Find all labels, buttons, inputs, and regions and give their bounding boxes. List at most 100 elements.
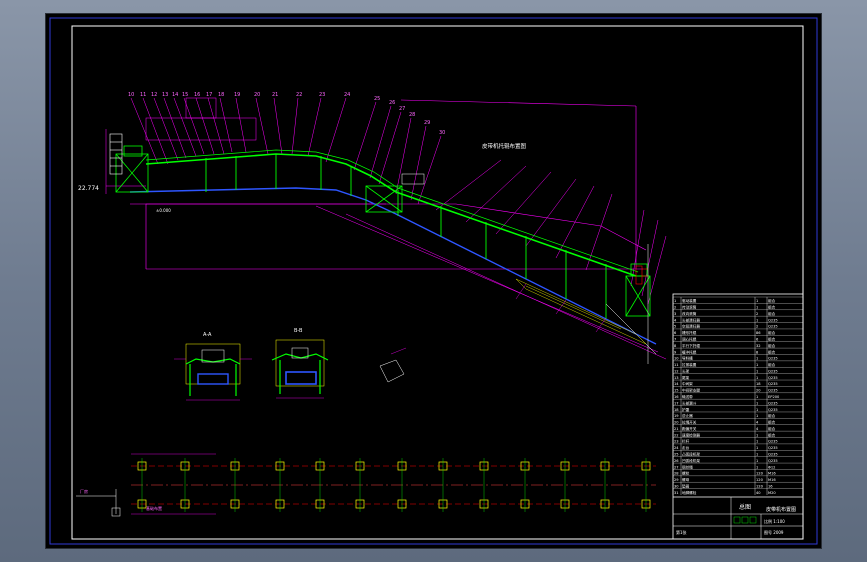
table-cell: Q235 <box>768 382 778 386</box>
table-cell: 12 <box>674 369 679 373</box>
table-cell: 18 <box>674 408 679 412</box>
table-cell: 头部清扫器 <box>682 317 700 322</box>
table-cell: 拉绳开关 <box>682 420 697 425</box>
table-cell: Q235 <box>768 452 778 456</box>
table-cell: 传动滚筒 <box>682 305 697 310</box>
table-cell: Q235 <box>768 389 778 393</box>
table-cell: 凸弧段机架 <box>682 451 700 456</box>
table-cell: 空段清扫器 <box>682 324 700 329</box>
table-cell: 槽形托辊 <box>682 330 697 335</box>
svg-text:15: 15 <box>182 92 188 98</box>
table-cell: 20 <box>674 421 679 425</box>
table-cell: 1 <box>756 318 758 322</box>
section-a-title: A-A <box>203 332 212 338</box>
table-cell: 1 <box>756 401 758 405</box>
svg-text:10: 10 <box>128 92 134 98</box>
table-cell: 19 <box>674 414 679 418</box>
table-cell: Q235 <box>768 376 778 380</box>
table-cell: 6 <box>756 338 759 342</box>
table-cell: 头部漏斗 <box>682 400 697 405</box>
table-cell: M20 <box>768 491 776 495</box>
table-cell: 10 <box>674 357 679 361</box>
table-cell: Q235 <box>768 446 778 450</box>
table-cell: 垫圈 <box>682 483 690 488</box>
table-cell: 120 <box>756 484 764 488</box>
table-cell: 32 <box>756 344 761 348</box>
table-cell: 16 <box>674 395 679 399</box>
table-cell: 1 <box>756 433 758 437</box>
table-cell: 组合 <box>768 298 776 303</box>
table-cell: 1 <box>756 299 758 303</box>
table-cell: 凹弧段机架 <box>682 458 700 463</box>
svg-text:18: 18 <box>218 92 224 98</box>
section-b-title: B-B <box>294 328 303 334</box>
left-elevation-label: 22.774 <box>78 185 99 192</box>
table-cell: 中间架 <box>682 381 693 386</box>
table-cell: 22 <box>674 433 679 437</box>
table-cell: 组合 <box>768 311 776 316</box>
svg-text:20: 20 <box>254 92 260 98</box>
table-cell: 11 <box>674 363 679 367</box>
plan-note: 基础布置 <box>146 505 162 511</box>
table-cell: 栏杆 <box>682 439 690 444</box>
table-cell: 40 <box>756 491 761 495</box>
footer-text: 图号 2009 <box>764 529 784 535</box>
drawing-name: 皮带机布置图 <box>766 506 796 513</box>
svg-text:24: 24 <box>344 92 350 98</box>
sheet-label: 总图 <box>739 503 751 511</box>
svg-text:30: 30 <box>439 130 445 136</box>
table-cell: 1 <box>756 446 758 450</box>
table-cell: 16 <box>768 484 773 488</box>
table-cell: 18 <box>756 382 761 386</box>
table-cell: 1 <box>674 299 676 303</box>
table-cell: 15 <box>674 389 679 393</box>
scale-text: 比例 1:100 <box>764 518 785 524</box>
table-cell: 1 <box>756 440 758 444</box>
cad-drawing: 10 11 12 13 14 15 16 17 18 19 20 21 22 23 24 25262… <box>49 17 818 545</box>
table-cell: 驱动装置 <box>682 298 697 303</box>
plan-label: 厂房 <box>80 488 88 494</box>
table-cell: 31 <box>674 491 679 495</box>
table-cell: 7 <box>674 338 676 342</box>
table-cell: 4 <box>756 427 759 431</box>
table-cell: Q235 <box>768 357 778 361</box>
table-cell: 地脚螺栓 <box>682 490 697 495</box>
svg-text:22: 22 <box>296 92 302 98</box>
table-cell: 跑偏开关 <box>682 426 697 431</box>
table-cell: Q235 <box>768 369 778 373</box>
table-cell: 23 <box>674 440 679 444</box>
table-cell: M16 <box>768 472 776 476</box>
table-cell: 组合 <box>768 362 776 367</box>
table-cell: 4 <box>756 421 759 425</box>
table-cell: EP200 <box>768 395 780 399</box>
cad-viewport[interactable]: 10 11 12 13 14 15 16 17 18 19 20 21 22 23 24 25 26 2… <box>46 14 821 548</box>
table-cell: 1 <box>756 369 758 373</box>
table-cell: 组合 <box>768 343 776 348</box>
table-cell: 20 <box>756 389 761 393</box>
table-cell: 速度检测器 <box>682 432 700 437</box>
table-cell: 头架 <box>682 368 690 373</box>
table-cell: 尾架 <box>682 375 690 380</box>
elevation-view: 10 11 12 13 14 15 16 17 18 19 20 21 22 23 24 25 26 2… <box>78 92 667 364</box>
svg-text:19: 19 <box>234 92 240 98</box>
table-cell: 1 <box>756 465 758 469</box>
table-cell: 组合 <box>768 337 776 342</box>
table-cell: 缓冲托辊 <box>682 349 697 354</box>
svg-text:27: 27 <box>399 106 405 112</box>
table-cell: 组合 <box>768 330 776 335</box>
table-cell: 14 <box>674 382 679 386</box>
table-cell: 导料槽 <box>682 356 693 361</box>
svg-text:29: 29 <box>424 120 430 126</box>
table-cell: 25 <box>674 452 679 456</box>
svg-text:25: 25 <box>374 96 380 102</box>
table-cell: 组合 <box>768 413 776 418</box>
table-cell: 4 <box>674 318 677 322</box>
svg-text:11: 11 <box>140 92 146 98</box>
svg-text:23: 23 <box>319 92 325 98</box>
table-cell: 1 <box>756 363 758 367</box>
svg-text:12: 12 <box>151 92 157 98</box>
table-cell: 28 <box>674 472 679 476</box>
table-cell: 组合 <box>768 305 776 310</box>
table-cell: 9 <box>674 350 677 354</box>
svg-text:14: 14 <box>172 92 178 98</box>
